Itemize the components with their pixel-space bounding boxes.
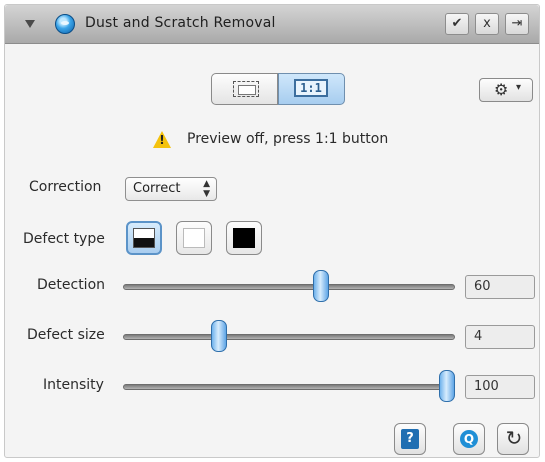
intensity-slider-track[interactable] bbox=[123, 384, 455, 390]
close-button[interactable]: x bbox=[475, 13, 499, 35]
half-dark-swatch-icon bbox=[133, 228, 155, 248]
defect-type-dark-button[interactable] bbox=[226, 221, 262, 255]
defect-type-dark-and-light-button[interactable] bbox=[126, 221, 162, 255]
defect-size-slider-track[interactable] bbox=[123, 334, 455, 340]
preview-button[interactable]: Q bbox=[453, 423, 485, 455]
defect-size-value-field[interactable]: 4 bbox=[465, 325, 535, 349]
gear-icon: ⚙ bbox=[494, 80, 509, 99]
detection-slider-track[interactable] bbox=[123, 284, 455, 290]
panel-titlebar: Dust and Scratch Removal ✔ x ⇥ bbox=[5, 5, 539, 44]
settings-menu-button[interactable]: ⚙ ▾ bbox=[479, 78, 533, 102]
defect-type-label: Defect type bbox=[23, 231, 105, 247]
panel-menu-button[interactable]: ⇥ bbox=[505, 13, 529, 35]
warning-icon: ! bbox=[153, 131, 171, 149]
correction-label: Correction bbox=[29, 179, 102, 195]
reset-button[interactable]: ↻ bbox=[497, 423, 529, 455]
one-to-one-button[interactable]: 1:1 bbox=[278, 73, 345, 105]
intensity-value-field[interactable]: 100 bbox=[465, 375, 535, 399]
reset-icon: ↻ bbox=[505, 426, 523, 450]
stepper-arrows-icon: ▲ ▼ bbox=[203, 179, 210, 199]
intensity-label: Intensity bbox=[43, 377, 104, 393]
fit-view-button[interactable] bbox=[211, 73, 278, 105]
defect-size-slider-thumb[interactable] bbox=[211, 320, 227, 352]
defect-size-label: Defect size bbox=[27, 327, 105, 343]
chevron-down-icon: ▾ bbox=[516, 82, 522, 93]
help-icon: ? bbox=[401, 429, 419, 449]
panel-title: Dust and Scratch Removal bbox=[85, 15, 276, 31]
detection-value-field[interactable]: 60 bbox=[465, 275, 535, 299]
help-button[interactable]: ? bbox=[394, 423, 426, 455]
preview-icon: Q bbox=[460, 430, 478, 448]
detection-slider-thumb[interactable] bbox=[313, 270, 329, 302]
dust-removal-icon bbox=[55, 14, 75, 34]
one-to-one-label: 1:1 bbox=[294, 79, 328, 97]
preview-status-message: Preview off, press 1:1 button bbox=[187, 131, 389, 147]
disclosure-triangle-icon[interactable] bbox=[25, 20, 35, 28]
light-swatch-icon bbox=[183, 228, 205, 248]
correction-select[interactable]: Correct ▲ ▼ bbox=[125, 177, 217, 201]
enable-checkbox[interactable]: ✔ bbox=[445, 13, 469, 35]
fit-view-icon bbox=[233, 81, 259, 97]
correction-value: Correct bbox=[133, 181, 181, 196]
detection-label: Detection bbox=[37, 277, 106, 293]
dark-swatch-icon bbox=[233, 228, 255, 248]
intensity-slider-thumb[interactable] bbox=[439, 370, 455, 402]
dust-scratch-panel: Dust and Scratch Removal ✔ x ⇥ 1:1 ⚙ ▾ !… bbox=[4, 4, 540, 458]
defect-type-light-button[interactable] bbox=[176, 221, 212, 255]
